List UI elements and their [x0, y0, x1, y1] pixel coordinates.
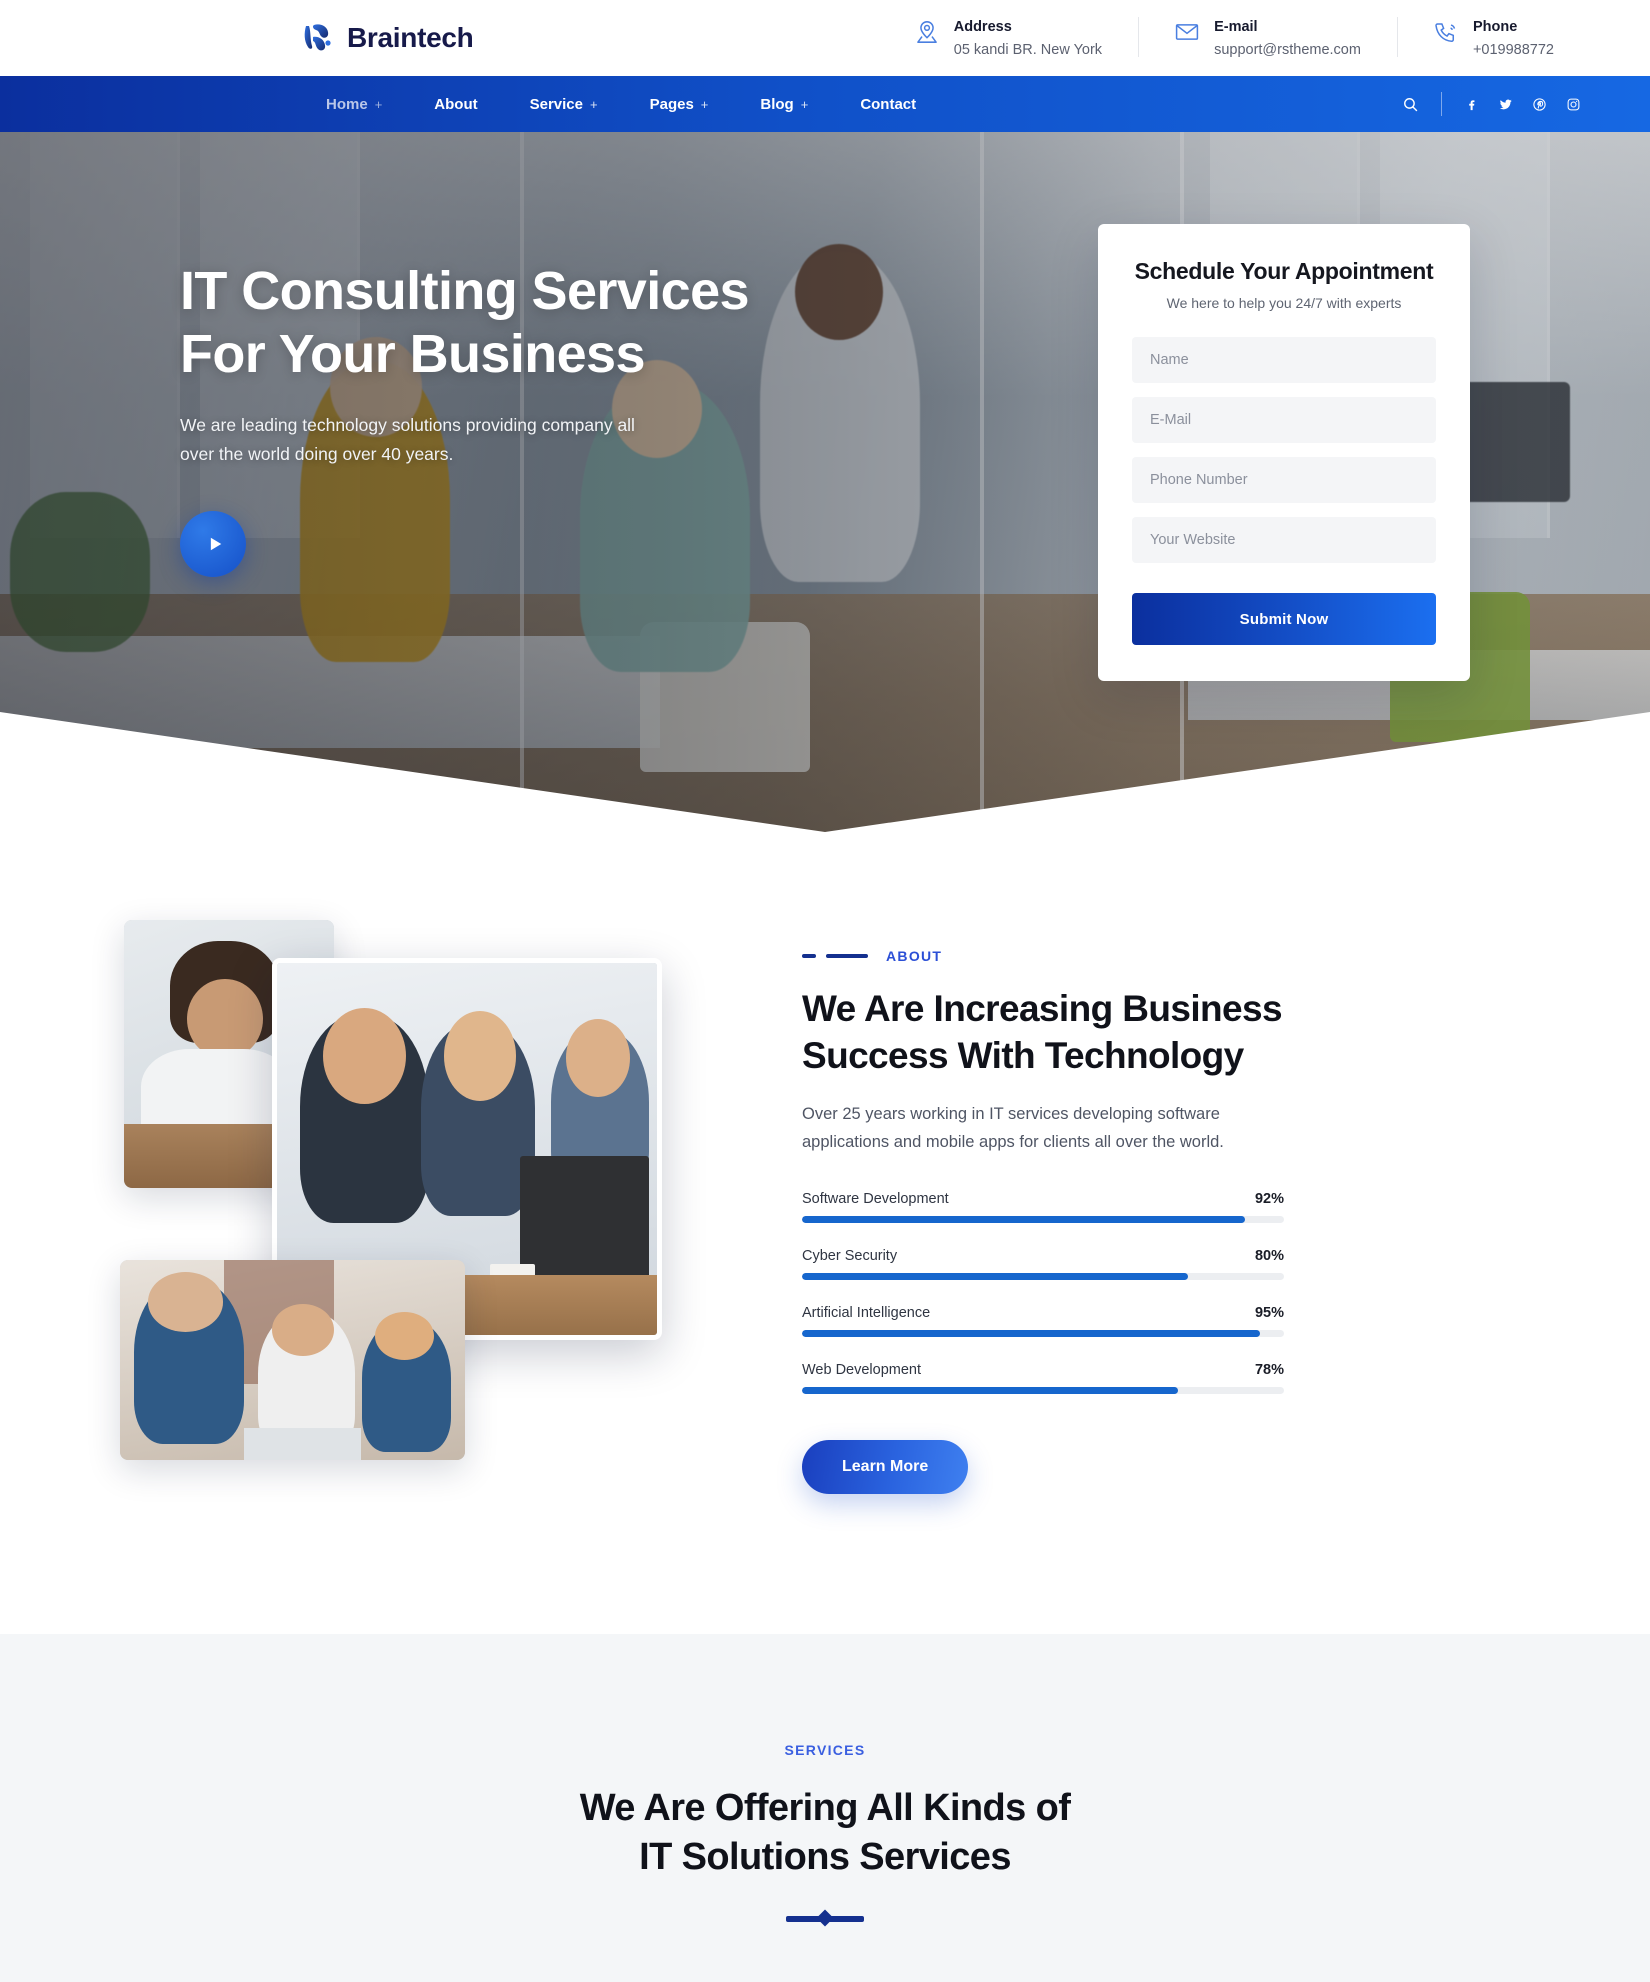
- skill-label: Artificial Intelligence: [802, 1304, 931, 1321]
- skill-cyber-security: Cyber Security 80%: [802, 1248, 1284, 1280]
- about-photo-3: [120, 1260, 465, 1460]
- social-links: [1442, 87, 1590, 121]
- skill-fill: [802, 1272, 1188, 1280]
- chevron-plus-icon: +: [800, 96, 809, 112]
- contact-address-label: Address: [953, 18, 1012, 35]
- chevron-plus-icon: +: [590, 96, 598, 112]
- hero-section: IT Consulting Services For Your Business…: [0, 132, 1650, 832]
- pinterest-icon[interactable]: [1522, 87, 1556, 121]
- learn-more-button[interactable]: Learn More: [802, 1439, 969, 1494]
- skill-track: [802, 1215, 1284, 1223]
- about-eyebrow: ABOUT: [802, 948, 1530, 964]
- appointment-subtitle: We here to help you 24/7 with experts: [1166, 295, 1402, 311]
- services-title-line-1: We Are Offering All Kinds of: [579, 1786, 1071, 1829]
- about-paragraph: Over 25 years working in IT services dev…: [802, 1105, 1224, 1151]
- eyebrow-dash-short: [802, 954, 816, 958]
- top-header-bar: Braintech Address 05 kandi BR. New York: [0, 0, 1650, 76]
- chevron-plus-icon: +: [700, 96, 709, 112]
- about-heading: We Are Increasing Business Success With …: [802, 986, 1362, 1079]
- skill-track: [802, 1386, 1284, 1394]
- hero-title-line-2: For Your Business: [180, 323, 646, 384]
- skill-label: Cyber Security: [802, 1247, 898, 1264]
- about-image-collage: [120, 920, 760, 1490]
- about-text-column: ABOUT We Are Increasing Business Success…: [760, 920, 1530, 1494]
- phone-icon: [1433, 19, 1459, 45]
- about-eyebrow-label: ABOUT: [886, 948, 943, 964]
- services-title: We Are Offering All Kinds of IT Solution…: [60, 1784, 1590, 1883]
- skill-value: 78%: [1254, 1361, 1284, 1378]
- nav-item-home[interactable]: Home +: [300, 96, 408, 113]
- skill-track: [802, 1272, 1284, 1280]
- contact-phone: Phone +019988772: [1396, 15, 1590, 61]
- nav-links: Home + About Service + Pages + Blog + Co…: [300, 96, 942, 113]
- page-root: Braintech Address 05 kandi BR. New York: [0, 0, 1650, 1982]
- website-field[interactable]: [1132, 517, 1436, 563]
- hero-copy: IT Consulting Services For Your Business…: [180, 132, 970, 577]
- play-video-button[interactable]: [180, 511, 246, 577]
- appointment-form: Submit Now: [1132, 337, 1436, 645]
- nav-item-service-label: Service: [529, 95, 583, 113]
- about-heading-line-2: With Technology: [957, 1034, 1245, 1076]
- skill-fill: [802, 1329, 1260, 1337]
- header-contact-group: Address 05 kandi BR. New York E-mail sup…: [878, 15, 1590, 61]
- contact-email-value: support@rstheme.com: [1214, 42, 1361, 58]
- nav-item-contact-label: Contact: [860, 95, 917, 113]
- nav-item-blog[interactable]: Blog +: [734, 96, 834, 113]
- email-field[interactable]: [1132, 397, 1436, 443]
- braintech-logo-icon: [300, 21, 334, 55]
- nav-item-about-label: About: [434, 95, 478, 113]
- hero-title: IT Consulting Services For Your Business: [180, 260, 970, 385]
- submit-now-button[interactable]: Submit Now: [1132, 593, 1436, 645]
- contact-address-value: 05 kandi BR. New York: [953, 42, 1103, 58]
- eyebrow-dash-long: [826, 954, 868, 958]
- skill-track: [802, 1329, 1284, 1337]
- nav-item-contact[interactable]: Contact: [834, 96, 942, 113]
- name-field[interactable]: [1132, 337, 1436, 383]
- skill-value: 92%: [1254, 1190, 1284, 1207]
- about-section: ABOUT We Are Increasing Business Success…: [0, 832, 1650, 1634]
- services-title-rule: [786, 1916, 864, 1923]
- main-navigation: Home + About Service + Pages + Blog + Co…: [0, 76, 1650, 132]
- phone-field[interactable]: [1132, 457, 1436, 503]
- contact-phone-value: +019988772: [1472, 42, 1554, 58]
- skill-software-development: Software Development 92%: [802, 1191, 1284, 1223]
- services-section: SERVICES We Are Offering All Kinds of IT…: [0, 1633, 1650, 1982]
- services-eyebrow: SERVICES: [784, 1741, 866, 1758]
- brand-name: Braintech: [347, 22, 474, 53]
- hero-description: We are leading technology solutions prov…: [180, 415, 635, 465]
- skill-artificial-intelligence: Artificial Intelligence 95%: [802, 1305, 1284, 1337]
- skill-value: 80%: [1254, 1247, 1284, 1264]
- nav-item-service[interactable]: Service +: [504, 96, 624, 113]
- twitter-icon[interactable]: [1488, 87, 1522, 121]
- skill-value: 95%: [1254, 1304, 1284, 1321]
- appointment-form-card: Schedule Your Appointment We here to hel…: [1098, 224, 1470, 681]
- nav-right-tools: [1380, 87, 1590, 121]
- contact-email: E-mail support@rstheme.com: [1138, 15, 1397, 61]
- nav-item-pages-label: Pages: [649, 95, 694, 113]
- instagram-icon[interactable]: [1556, 87, 1590, 121]
- appointment-title: Schedule Your Appointment: [1134, 258, 1434, 284]
- skill-web-development: Web Development 78%: [802, 1362, 1284, 1394]
- nav-item-blog-label: Blog: [760, 95, 794, 113]
- search-icon[interactable]: [1380, 96, 1441, 113]
- contact-email-label: E-mail: [1214, 18, 1258, 35]
- contact-phone-label: Phone: [1472, 18, 1518, 35]
- brand-logo[interactable]: Braintech: [300, 21, 474, 55]
- facebook-icon[interactable]: [1454, 87, 1488, 121]
- skill-label: Web Development: [802, 1361, 922, 1378]
- nav-item-about[interactable]: About: [408, 96, 503, 113]
- nav-item-home-label: Home: [326, 95, 368, 113]
- skill-fill: [802, 1215, 1246, 1223]
- services-title-line-2: IT Solutions Services: [639, 1836, 1011, 1879]
- envelope-icon: [1174, 19, 1200, 45]
- contact-address: Address 05 kandi BR. New York: [878, 15, 1138, 61]
- skill-bars: Software Development 92% Cyber Security …: [802, 1191, 1284, 1394]
- location-pin-icon: [914, 19, 940, 45]
- nav-item-pages[interactable]: Pages +: [624, 96, 735, 113]
- hero-title-line-1: IT Consulting Services: [180, 261, 750, 321]
- chevron-plus-icon: +: [374, 96, 383, 112]
- skill-label: Software Development: [802, 1190, 949, 1207]
- play-icon: [210, 537, 222, 551]
- skill-fill: [802, 1386, 1178, 1394]
